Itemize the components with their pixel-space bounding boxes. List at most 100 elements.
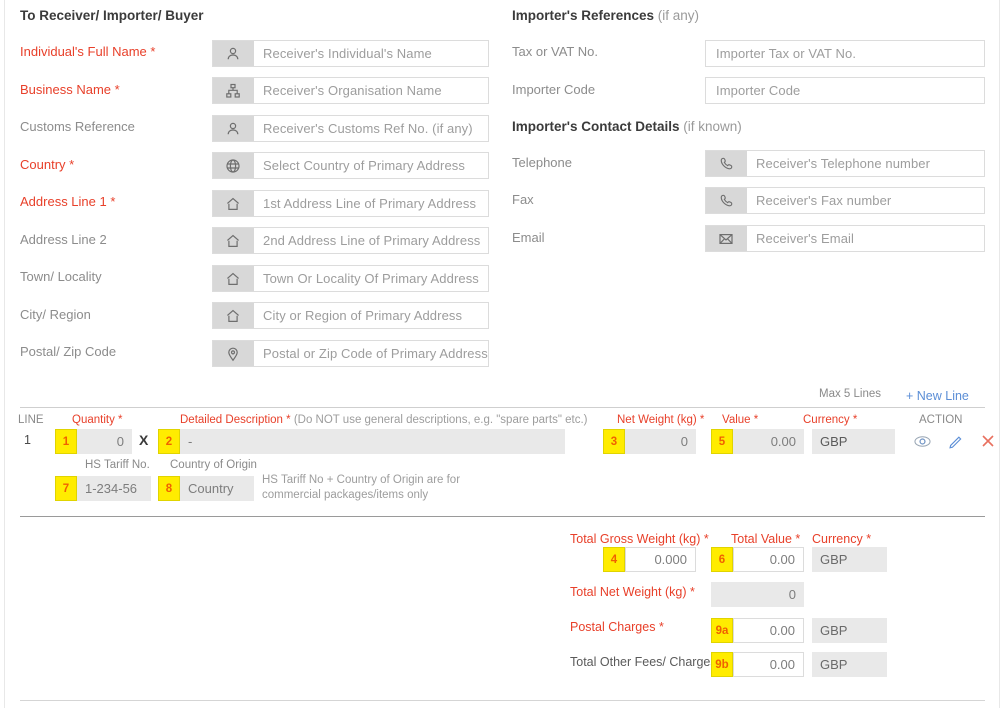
hs-tariff-value[interactable]: 1-234-56	[77, 476, 151, 501]
input-business-name-placeholder: Receiver's Organisation Name	[263, 83, 442, 98]
new-line-button[interactable]: + New Line	[906, 389, 969, 403]
currency-value: GBP	[812, 429, 895, 454]
country-of-origin-value[interactable]: Country	[180, 476, 254, 501]
col-header-country-of-origin: Country of Origin	[170, 459, 257, 471]
input-customs-reference-placeholder: Receiver's Customs Ref No. (if any)	[263, 121, 473, 136]
input-telephone-placeholder: Receiver's Telephone number	[756, 156, 931, 171]
max-lines-note: Max 5 Lines	[819, 388, 882, 400]
input-address-line-2[interactable]: 2nd Address Line of Primary Address	[212, 227, 489, 254]
org-chart-icon	[213, 78, 254, 103]
delete-icon[interactable]	[980, 433, 996, 452]
total-gross-weight-value[interactable]: 0.000	[625, 547, 696, 572]
label-importer-code: Importer Code	[512, 82, 596, 97]
hs-tariff-badge: 7	[55, 476, 77, 501]
input-business-name[interactable]: Receiver's Organisation Name	[212, 77, 489, 104]
label-individuals-full-name: Individual's Full Name *	[20, 44, 156, 59]
label-currency: Currency *	[812, 532, 872, 546]
input-town-locality-placeholder: Town Or Locality Of Primary Address	[263, 271, 479, 286]
person-icon	[213, 116, 254, 141]
label-customs-reference: Customs Reference	[20, 119, 135, 134]
input-address-line-2-placeholder: 2nd Address Line of Primary Address	[263, 233, 481, 248]
postal-charges-badge: 9a	[711, 618, 733, 643]
input-city-region[interactable]: City or Region of Primary Address	[212, 302, 489, 329]
label-town-locality: Town/ Locality	[20, 269, 102, 284]
label-postal-charges: Postal Charges *	[570, 620, 664, 634]
input-country[interactable]: Select Country of Primary Address	[212, 152, 489, 179]
input-individuals-full-name[interactable]: Receiver's Individual's Name	[212, 40, 489, 67]
hs-tariff-field[interactable]: 7 1-234-56	[55, 476, 151, 501]
home-icon	[213, 266, 254, 291]
input-customs-reference[interactable]: Receiver's Customs Ref No. (if any)	[212, 115, 489, 142]
col-header-quantity: Quantity *	[72, 414, 123, 426]
phone-icon	[706, 188, 747, 213]
input-telephone[interactable]: Receiver's Telephone number	[705, 150, 985, 177]
col-header-description: Detailed Description * (Do NOT use gener…	[180, 414, 588, 426]
left-border	[4, 0, 5, 708]
table-top-rule	[20, 407, 985, 408]
col-header-line: LINE	[18, 414, 44, 426]
col-header-net-weight: Net Weight (kg) *	[617, 414, 705, 426]
input-email-placeholder: Receiver's Email	[756, 231, 854, 246]
multiply-symbol: X	[139, 432, 149, 448]
quantity-value[interactable]: 0	[77, 429, 132, 454]
label-email: Email	[512, 230, 545, 245]
left-panel-title: To Receiver/ Importer/ Buyer	[20, 8, 204, 23]
view-icon[interactable]	[914, 435, 931, 451]
label-country: Country *	[20, 157, 75, 172]
country-of-origin-field[interactable]: 8 Country	[158, 476, 254, 501]
row-actions	[914, 433, 996, 452]
input-town-locality[interactable]: Town Or Locality Of Primary Address	[212, 265, 489, 292]
label-fax: Fax	[512, 192, 534, 207]
input-importer-code-placeholder: Importer Code	[716, 83, 801, 98]
label-address-line-1: Address Line 1 *	[20, 194, 116, 209]
label-total-net-weight: Total Net Weight (kg) *	[570, 585, 695, 599]
quantity-field[interactable]: 1 0	[55, 429, 132, 454]
envelope-icon	[706, 226, 747, 251]
description-badge: 2	[158, 429, 180, 454]
input-importer-code[interactable]: Importer Code	[705, 77, 985, 104]
input-address-line-1[interactable]: 1st Address Line of Primary Address	[212, 190, 489, 217]
other-fees-value[interactable]: 0.00	[733, 652, 804, 677]
home-icon	[213, 191, 254, 216]
input-postal-zip-code[interactable]: Postal or Zip Code of Primary Address	[212, 340, 489, 367]
label-business-name: Business Name *	[20, 82, 120, 97]
country-of-origin-badge: 8	[158, 476, 180, 501]
form-bottom-rule	[20, 700, 985, 701]
total-value-value[interactable]: 0.00	[733, 547, 804, 572]
col-header-value: Value *	[722, 414, 759, 426]
postal-charges-value[interactable]: 0.00	[733, 618, 804, 643]
label-total-value: Total Value *	[731, 532, 801, 546]
total-gross-weight-badge: 4	[603, 547, 625, 572]
line-number: 1	[24, 433, 31, 447]
description-value[interactable]: -	[180, 429, 565, 454]
input-tax-vat-no-placeholder: Importer Tax or VAT No.	[716, 46, 857, 61]
total-net-weight-field: 0	[711, 582, 804, 607]
net-weight-value[interactable]: 0	[625, 429, 696, 454]
label-postal-zip-code: Postal/ Zip Code	[20, 344, 117, 359]
input-tax-vat-no[interactable]: Importer Tax or VAT No.	[705, 40, 985, 67]
total-net-weight-value: 0	[711, 582, 804, 607]
net-weight-field[interactable]: 3 0	[603, 429, 696, 454]
total-value-field[interactable]: 6 0.00	[711, 547, 804, 572]
other-fees-field[interactable]: 9b 0.00	[711, 652, 804, 677]
total-value-badge: 6	[711, 547, 733, 572]
edit-icon[interactable]	[948, 434, 963, 452]
hs-tariff-hint: HS Tariff No + Country of Origin are for…	[262, 474, 461, 501]
col-header-hs-tariff: HS Tariff No.	[85, 459, 150, 471]
label-tax-vat-no: Tax or VAT No.	[512, 44, 598, 59]
postal-charges-currency: GBP	[812, 618, 887, 643]
col-header-currency: Currency *	[803, 414, 858, 426]
person-icon	[213, 41, 254, 66]
value-badge: 5	[711, 429, 733, 454]
postal-charges-field[interactable]: 9a 0.00	[711, 618, 804, 643]
value-field[interactable]: 5 0.00	[711, 429, 804, 454]
input-city-region-placeholder: City or Region of Primary Address	[263, 308, 463, 323]
total-gross-weight-field[interactable]: 4 0.000	[603, 547, 696, 572]
total-value-currency: GBP	[812, 547, 887, 572]
value-value[interactable]: 0.00	[733, 429, 804, 454]
input-email[interactable]: Receiver's Email	[705, 225, 985, 252]
description-field[interactable]: 2 -	[158, 429, 565, 454]
input-fax[interactable]: Receiver's Fax number	[705, 187, 985, 214]
customs-declaration-form: To Receiver/ Importer/ Buyer Individual'…	[0, 0, 1004, 708]
input-fax-placeholder: Receiver's Fax number	[756, 193, 892, 208]
